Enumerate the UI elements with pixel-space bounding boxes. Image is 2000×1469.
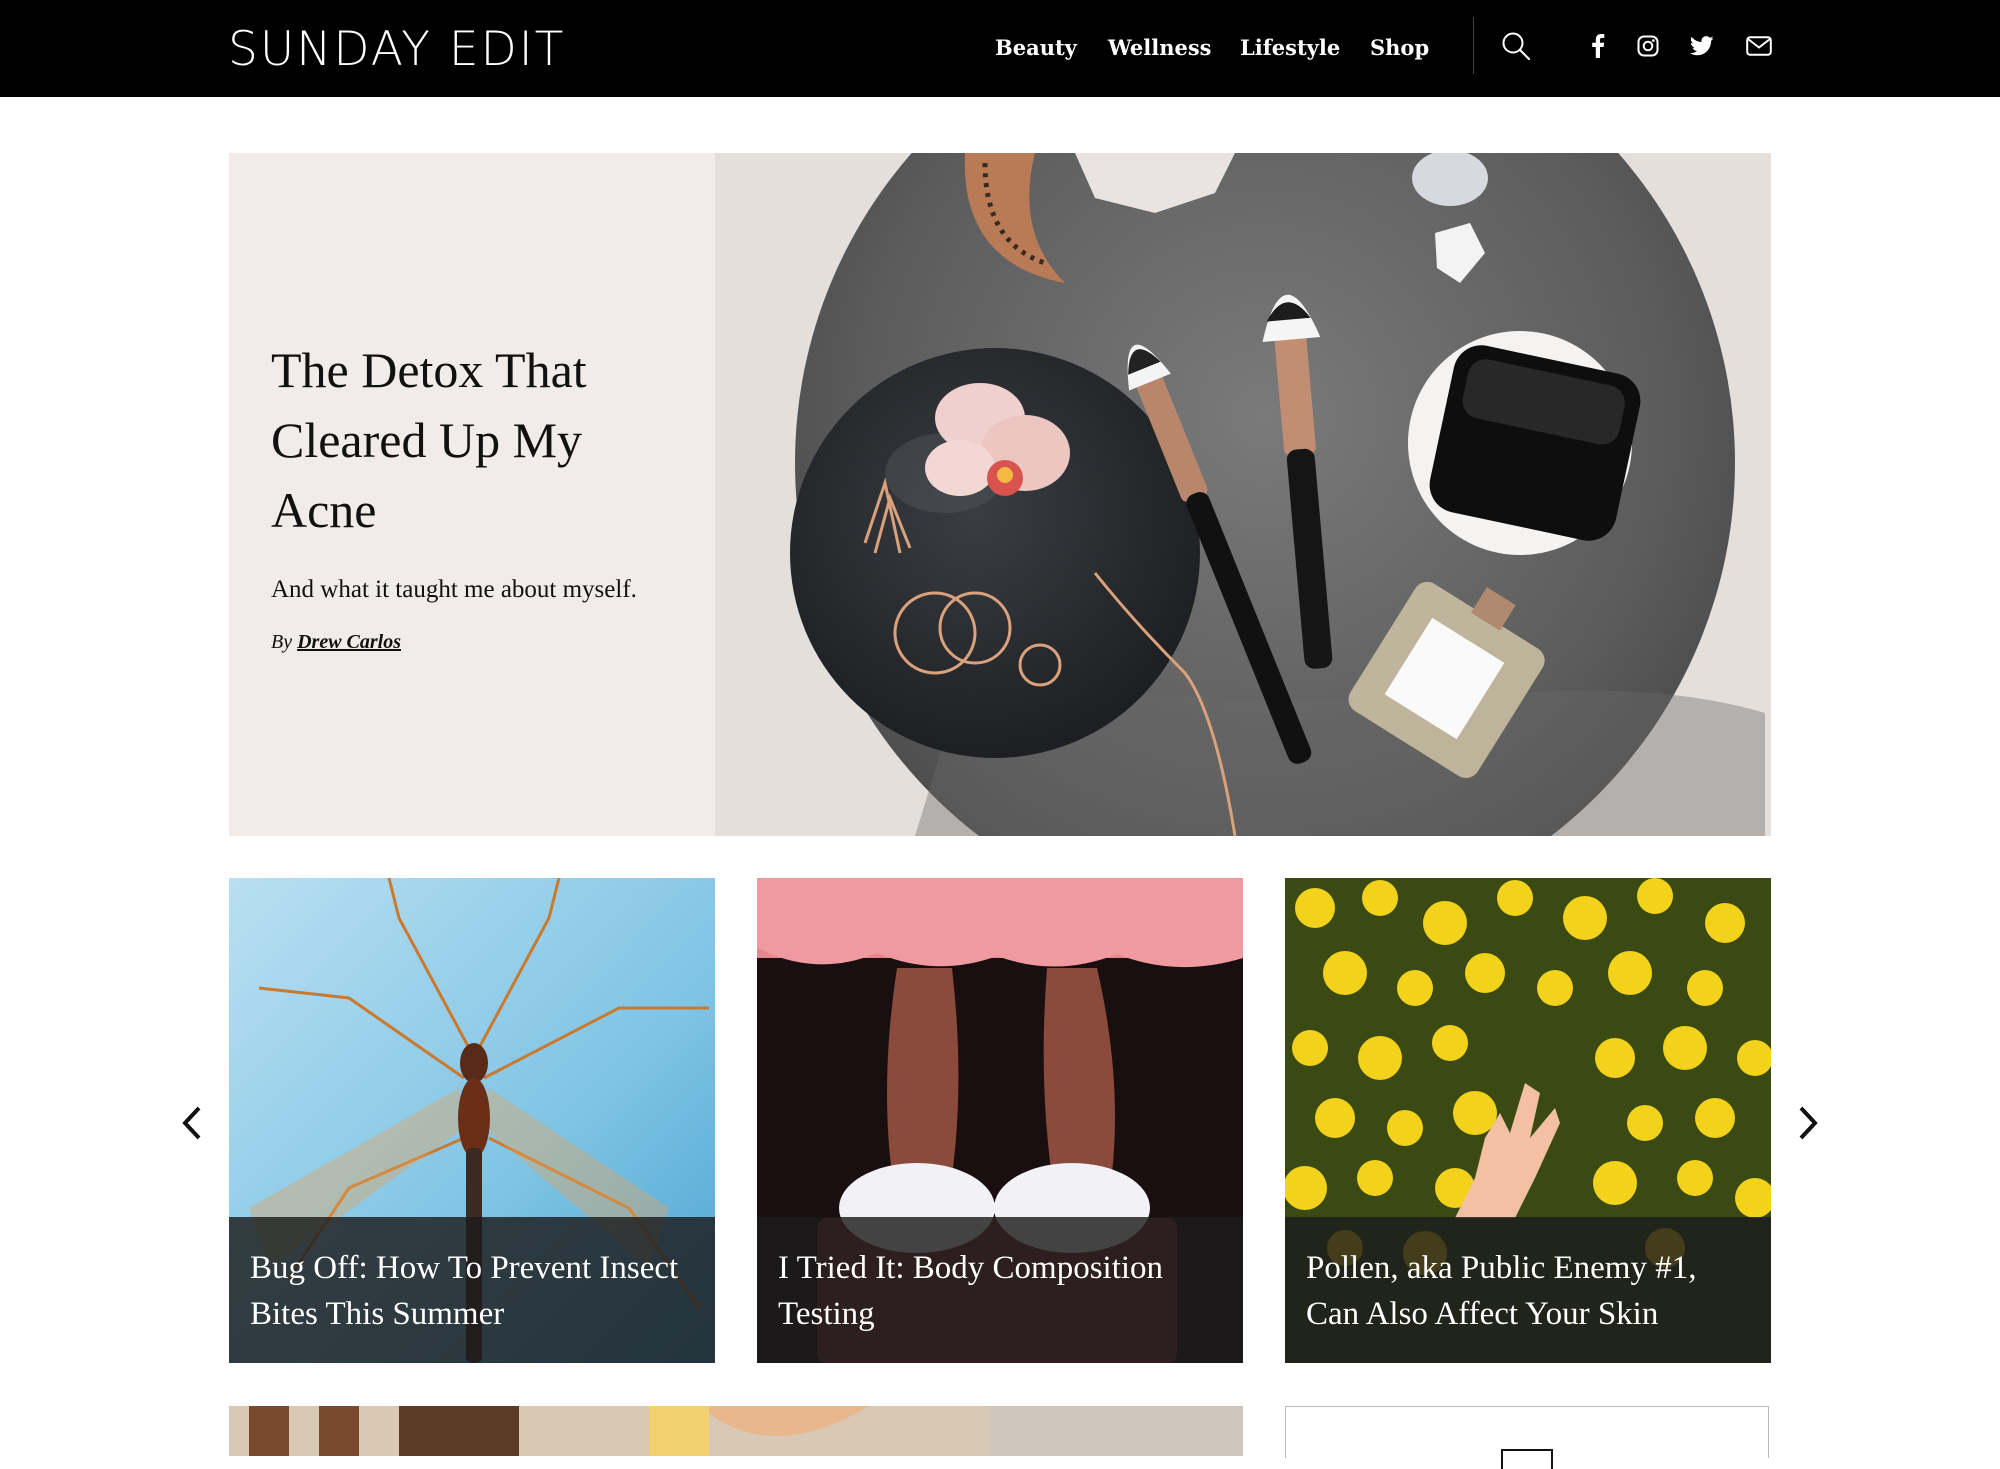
hero-image [715, 153, 1771, 836]
search-icon[interactable] [1498, 28, 1534, 64]
byline-prefix: By [271, 631, 293, 653]
nav-item-beauty[interactable]: Beauty [995, 28, 1077, 68]
hero-byline: By Drew Carlos [271, 631, 681, 654]
instagram-icon[interactable] [1630, 28, 1666, 64]
author-link[interactable]: Drew Carlos [297, 631, 401, 653]
email-icon[interactable] [1741, 28, 1777, 64]
card-title[interactable]: Pollen, aka Public Enemy #1, Can Also Af… [1306, 1245, 1751, 1337]
card-title[interactable]: Bug Off: How To Prevent Insect Bites Thi… [250, 1245, 695, 1337]
chevron-left-icon[interactable] [174, 1103, 210, 1143]
newsletter-box [1285, 1406, 1769, 1469]
article-card[interactable]: Pollen, aka Public Enemy #1, Can Also Af… [1285, 878, 1771, 1363]
card-title[interactable]: I Tried It: Body Composition Testing [778, 1245, 1223, 1337]
nav-item-wellness[interactable]: Wellness [1108, 28, 1211, 68]
twitter-icon[interactable] [1684, 28, 1720, 64]
hero-dek: And what it taught me about myself. [271, 576, 637, 603]
hero-feature[interactable]: The Detox That Cleared Up My Acne And wh… [229, 153, 1771, 836]
chevron-right-icon[interactable] [1790, 1103, 1826, 1143]
article-image[interactable] [229, 1406, 1243, 1456]
facebook-icon[interactable] [1580, 28, 1616, 64]
site-logo[interactable]: SUNDAY EDIT [228, 20, 565, 80]
hero-title[interactable]: The Detox That Cleared Up My Acne [271, 335, 681, 545]
article-card[interactable]: I Tried It: Body Composition Testing [757, 878, 1243, 1363]
nav-divider [1473, 17, 1474, 74]
hero-text-panel: The Detox That Cleared Up My Acne And wh… [271, 335, 681, 654]
email-icon [1501, 1449, 1553, 1469]
card-caption: Bug Off: How To Prevent Insect Bites Thi… [229, 1217, 715, 1363]
card-caption: Pollen, aka Public Enemy #1, Can Also Af… [1285, 1217, 1771, 1363]
nav-item-lifestyle[interactable]: Lifestyle [1240, 28, 1340, 68]
site-header: SUNDAY EDIT Beauty Wellness Lifestyle Sh… [0, 0, 2000, 97]
card-caption: I Tried It: Body Composition Testing [757, 1217, 1243, 1363]
nav-item-shop[interactable]: Shop [1370, 28, 1429, 68]
article-card[interactable]: Bug Off: How To Prevent Insect Bites Thi… [229, 878, 715, 1363]
